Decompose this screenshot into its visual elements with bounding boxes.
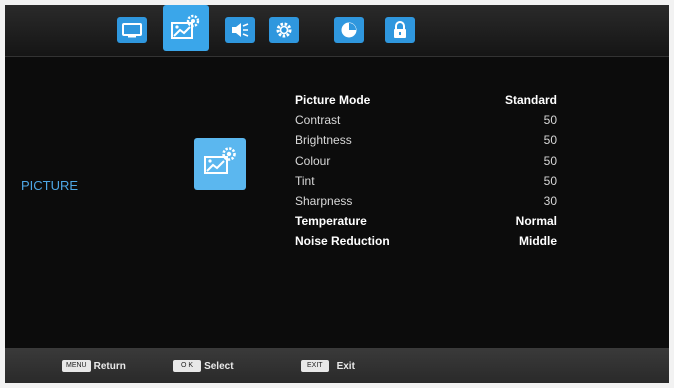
picture-settings-icon <box>169 13 203 43</box>
tv-screen: PICTURE Picture Mode Standard Contrast 5… <box>5 5 669 383</box>
speaker-icon <box>230 22 250 38</box>
hint-exit: EXIT Exit <box>301 360 355 372</box>
bottom-hint-bar: MENU Return O K Select EXIT Exit <box>5 348 669 383</box>
exit-key-badge: EXIT <box>301 360 329 372</box>
menu-item-value: 50 <box>543 133 557 148</box>
section-picture-icon <box>194 138 246 190</box>
menu-row-brightness[interactable]: Brightness 50 <box>295 133 575 153</box>
menu-item-label: Colour <box>295 153 331 168</box>
tab-lock[interactable] <box>385 17 415 43</box>
menu-item-value: Standard <box>504 93 557 107</box>
menu-row-noise-reduction[interactable]: Noise Reduction Middle <box>295 234 575 254</box>
ok-key-badge: O K <box>173 360 202 372</box>
tab-sound[interactable] <box>225 17 255 43</box>
menu-item-value: Middle <box>519 234 557 249</box>
menu-row-tint[interactable]: Tint 50 <box>295 174 575 194</box>
menu-item-label: Temperature <box>295 214 367 229</box>
menu-item-value: 50 <box>543 153 557 168</box>
select-label: Select <box>204 360 234 372</box>
menu-item-value: 50 <box>543 173 557 188</box>
top-menu-bar <box>5 5 669 57</box>
hint-return: MENU Return <box>62 360 126 372</box>
clock-icon <box>340 21 358 39</box>
tab-time[interactable] <box>334 17 364 43</box>
section-title: PICTURE <box>21 178 79 193</box>
menu-key-badge: MENU <box>62 360 91 372</box>
tab-channel[interactable] <box>117 17 147 43</box>
picture-menu: Picture Mode Standard Contrast 50 Bright… <box>295 93 575 255</box>
menu-item-value: 30 <box>543 193 557 208</box>
menu-item-label: Sharpness <box>295 193 353 208</box>
hint-select: O K Select <box>173 360 234 372</box>
menu-item-label: Tint <box>295 173 315 188</box>
tab-picture[interactable] <box>163 5 209 51</box>
picture-settings-icon <box>200 145 240 183</box>
menu-row-sharpness[interactable]: Sharpness 30 <box>295 194 575 214</box>
menu-row-colour[interactable]: Colour 50 <box>295 154 575 174</box>
lock-icon <box>392 21 408 39</box>
menu-item-label: Noise Reduction <box>295 234 390 249</box>
menu-item-label: Brightness <box>295 133 352 148</box>
menu-item-label: Contrast <box>295 113 341 128</box>
menu-item-value: Normal <box>515 214 557 229</box>
menu-item-label: Picture Mode <box>295 93 371 107</box>
exit-label: Exit <box>336 360 355 372</box>
menu-row-picture-mode[interactable]: Picture Mode Standard <box>295 93 575 113</box>
menu-item-value: 50 <box>543 113 557 128</box>
menu-row-temperature[interactable]: Temperature Normal <box>295 214 575 234</box>
gear-icon <box>275 21 293 39</box>
tab-setup[interactable] <box>269 17 299 43</box>
menu-row-contrast[interactable]: Contrast 50 <box>295 113 575 133</box>
return-label: Return <box>93 360 126 372</box>
tv-icon <box>122 22 142 38</box>
